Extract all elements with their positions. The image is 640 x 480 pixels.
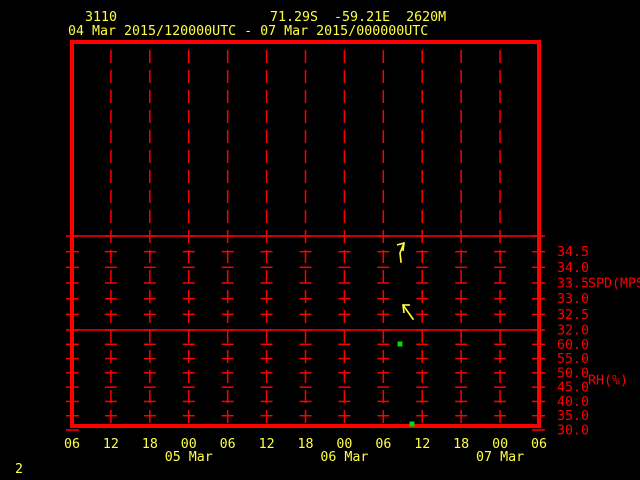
- spd-tick-label: 34.0: [557, 261, 589, 276]
- rh-tick-label: 40.0: [557, 395, 589, 410]
- x-tick-label: 06: [375, 437, 391, 452]
- rh-tick-label: 60.0: [557, 338, 589, 353]
- rh-tick-label: 50.0: [557, 366, 589, 381]
- data-point: [409, 421, 415, 427]
- date-label: 05 Mar: [165, 450, 213, 465]
- rh-tick-label: 35.0: [557, 409, 589, 424]
- wind-arrow-head: [402, 304, 405, 314]
- date-label: 07 Mar: [476, 450, 524, 465]
- x-tick-label: 18: [142, 437, 158, 452]
- x-tick-label: 12: [414, 437, 430, 452]
- x-tick-label: 12: [103, 437, 119, 452]
- x-tick-label: 06: [64, 437, 80, 452]
- x-tick-label: 18: [297, 437, 313, 452]
- spd-axis-title: SPD(MPS): [588, 277, 640, 292]
- rh-axis-title: RH(%): [588, 374, 628, 389]
- meteogram-plot: 34.534.033.533.032.532.060.055.050.045.0…: [64, 40, 640, 465]
- wind-arrow-head: [402, 242, 405, 252]
- page-number: 2: [15, 462, 24, 477]
- x-tick-label: 06: [220, 437, 236, 452]
- rh-tick-label: 55.0: [557, 352, 589, 367]
- data-point: [397, 341, 403, 347]
- spd-tick-label: 32.0: [557, 324, 589, 339]
- x-tick-label: 18: [453, 437, 469, 452]
- x-tick-label: 06: [531, 437, 547, 452]
- x-tick-label: 12: [259, 437, 275, 452]
- date-label: 06 Mar: [320, 450, 368, 465]
- meteogram-screen: 3110 71.29S -59.21E 2620M 04 Mar 2015/12…: [0, 0, 640, 480]
- rh-tick-label: 30.0: [557, 424, 589, 439]
- spd-tick-label: 32.5: [557, 308, 589, 323]
- spd-tick-label: 33.0: [557, 292, 589, 307]
- rh-tick-label: 45.0: [557, 381, 589, 396]
- spd-tick-label: 33.5: [557, 277, 589, 292]
- spd-tick-label: 34.5: [557, 245, 589, 260]
